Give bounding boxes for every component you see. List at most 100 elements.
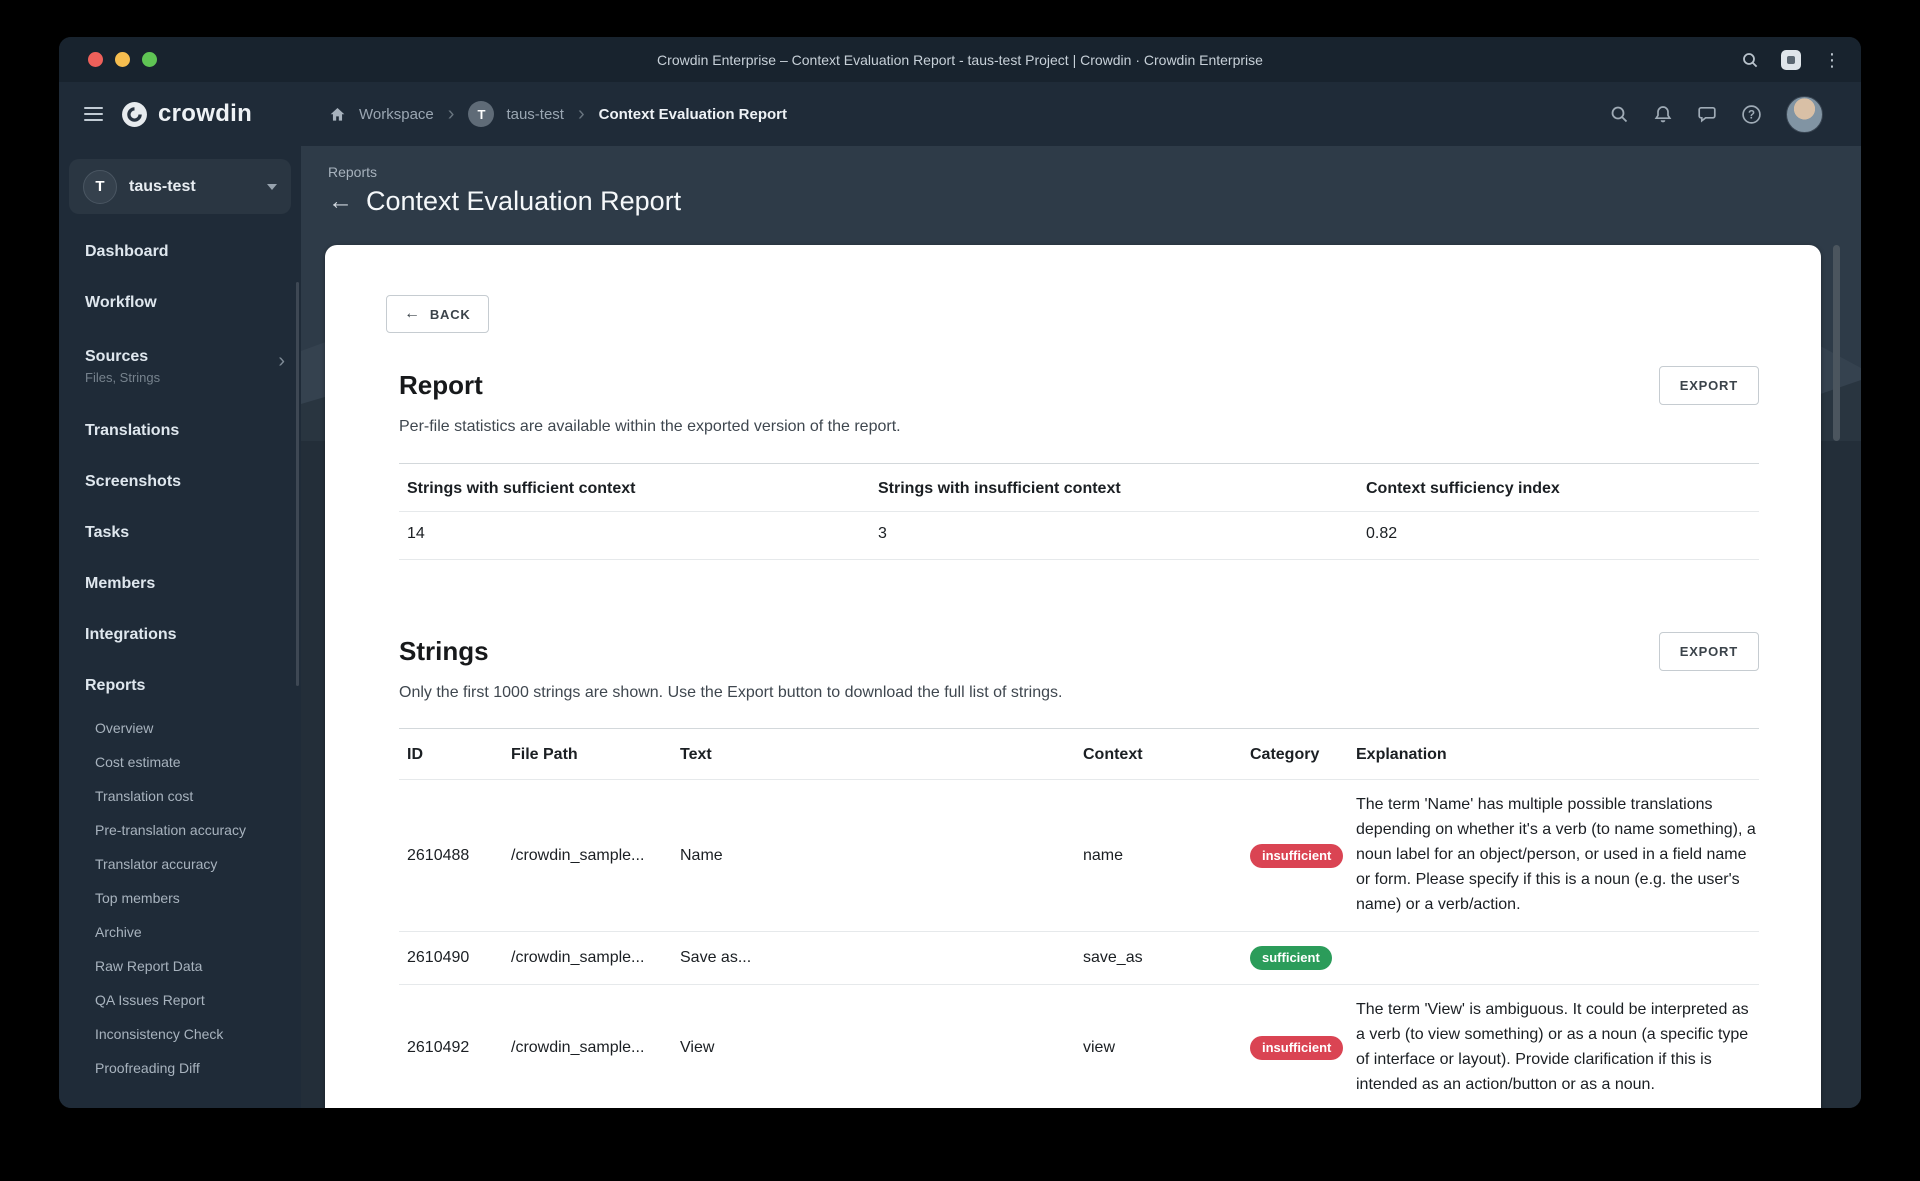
strings-table: ID File Path Text Context Category Expla…: [399, 728, 1759, 1108]
window-title: Crowdin Enterprise – Context Evaluation …: [657, 51, 1263, 68]
sidebar-item-raw-report-data[interactable]: Raw Report Data: [59, 949, 301, 983]
strings-table-header: ID File Path Text Context Category Expla…: [399, 729, 1759, 780]
page-title: Context Evaluation Report: [366, 186, 682, 216]
status-badge: insufficient: [1250, 1036, 1344, 1060]
summary-header-sufficient: Strings with sufficient context: [407, 480, 636, 497]
sidebar-item-reports[interactable]: Reports: [59, 660, 301, 711]
crowdin-logo-icon: [122, 101, 147, 127]
report-section-title: Report: [399, 370, 483, 400]
project-avatar: T: [83, 169, 117, 204]
project-name: taus-test: [129, 177, 196, 195]
back-button[interactable]: ← BACK: [386, 295, 489, 333]
strings-export-button[interactable]: EXPORT: [1658, 632, 1759, 671]
sidebar-item-translations[interactable]: Translations: [59, 405, 301, 456]
col-header-explanation: Explanation: [1356, 746, 1447, 763]
minimize-window-button[interactable]: [115, 52, 130, 67]
window-controls: [88, 37, 157, 82]
sidebar: crowdin T taus-test Dashboard Workflow S…: [59, 82, 301, 1108]
back-arrow-icon[interactable]: ←: [328, 189, 353, 214]
summary-header-index: Context sufficiency index: [1366, 480, 1560, 497]
summary-value-row: 14 3 0.82: [399, 512, 1759, 560]
sidebar-item-proofreading-diff[interactable]: Proofreading Diff: [59, 1051, 301, 1085]
cell-file-path: /crowdin_sample...: [511, 949, 645, 966]
col-header-category: Category: [1250, 746, 1320, 763]
user-avatar[interactable]: [1786, 95, 1823, 133]
summary-header-insufficient: Strings with insufficient context: [878, 480, 1121, 497]
project-selector[interactable]: T taus-test: [69, 159, 291, 214]
app-body: crowdin T taus-test Dashboard Workflow S…: [59, 82, 1861, 1108]
sidebar-item-qa-issues-report[interactable]: QA Issues Report: [59, 983, 301, 1017]
browser-menu-icon[interactable]: ⋮: [1823, 51, 1841, 69]
crowdin-logo[interactable]: crowdin: [121, 100, 252, 128]
sidebar-logo-row: crowdin: [59, 82, 301, 146]
crowdin-wordmark: crowdin: [158, 100, 253, 127]
sidebar-subitem-label: QA Issues Report: [95, 992, 205, 1008]
notifications-bell-icon[interactable]: [1653, 104, 1673, 124]
sidebar-item-archive[interactable]: Archive: [59, 915, 301, 949]
cell-id: 2610490: [407, 949, 470, 966]
back-button-label: BACK: [429, 306, 471, 322]
sidebar-item-label: Reports: [85, 676, 146, 694]
table-row: 2610490 /crowdin_sample... Save as... sa…: [399, 932, 1759, 985]
col-header-context: Context: [1083, 746, 1143, 763]
col-header-id: ID: [407, 746, 423, 763]
header-icons: ?: [1609, 95, 1823, 133]
page-scrollbar[interactable]: [1833, 245, 1840, 441]
sidebar-subitem-label: Proofreading Diff: [95, 1060, 200, 1076]
breadcrumb-workspace[interactable]: Workspace: [359, 106, 434, 123]
table-row: 2610492 /crowdin_sample... View view ins…: [399, 985, 1759, 1108]
sidebar-item-label: Workflow: [85, 293, 157, 311]
cell-id: 2610492: [407, 1039, 470, 1056]
messages-icon[interactable]: [1697, 104, 1717, 124]
sidebar-item-tasks[interactable]: Tasks: [59, 507, 301, 558]
desktop-background: Crowdin Enterprise – Context Evaluation …: [0, 0, 1920, 1181]
sidebar-item-workflow[interactable]: Workflow: [59, 277, 301, 328]
sidebar-item-label: Screenshots: [85, 472, 182, 490]
sidebar-item-dashboard[interactable]: Dashboard: [59, 226, 301, 277]
close-window-button[interactable]: [88, 52, 103, 67]
sidebar-item-top-members[interactable]: Top members: [59, 881, 301, 915]
cell-text: Name: [680, 846, 723, 864]
sidebar-item-screenshots[interactable]: Screenshots: [59, 456, 301, 507]
sidebar-item-translator-accuracy[interactable]: Translator accuracy: [59, 847, 301, 881]
breadcrumb-project-avatar: T: [468, 101, 495, 127]
sidebar-item-overview[interactable]: Overview: [59, 711, 301, 745]
strings-section-title: Strings: [399, 636, 489, 666]
search-icon[interactable]: [1609, 104, 1629, 124]
cell-explanation: The term 'Name' has multiple possible tr…: [1356, 796, 1756, 913]
sidebar-item-cost-estimate[interactable]: Cost estimate: [59, 745, 301, 779]
cell-context: save_as: [1083, 949, 1143, 966]
sidebar-item-members[interactable]: Members: [59, 558, 301, 609]
chevron-right-icon: ›: [447, 103, 455, 125]
cell-category: insufficient: [1242, 1036, 1348, 1060]
sidebar-scrollbar[interactable]: [296, 282, 299, 686]
summary-table: Strings with sufficient context Strings …: [399, 463, 1759, 560]
sidebar-item-translation-cost[interactable]: Translation cost: [59, 779, 301, 813]
tab-search-icon[interactable]: [1741, 51, 1759, 69]
sidebar-item-inconsistency-check[interactable]: Inconsistency Check: [59, 1017, 301, 1051]
sidebar-item-label: Tasks: [85, 523, 130, 541]
home-icon[interactable]: [328, 105, 347, 124]
hero-eyebrow[interactable]: Reports: [328, 164, 681, 180]
cell-context: view: [1083, 1039, 1116, 1056]
menu-icon[interactable]: [84, 107, 103, 121]
help-icon[interactable]: ?: [1741, 104, 1762, 125]
sidebar-subitem-label: Top members: [95, 890, 180, 906]
sidebar-subitem-label: Archive: [95, 924, 142, 940]
extensions-icon[interactable]: [1781, 49, 1801, 70]
cell-explanation: The term 'View' is ambiguous. It could b…: [1356, 1001, 1749, 1093]
chevron-down-icon: [267, 183, 277, 190]
sidebar-subitem-label: Inconsistency Check: [95, 1026, 224, 1042]
sidebar-subitem-label: Overview: [95, 720, 154, 736]
zoom-window-button[interactable]: [142, 52, 157, 67]
sidebar-item-integrations[interactable]: Integrations: [59, 609, 301, 660]
report-export-button[interactable]: EXPORT: [1658, 366, 1759, 405]
sidebar-item-pre-translation-accuracy[interactable]: Pre-translation accuracy: [59, 813, 301, 847]
table-row: 2610488 /crowdin_sample... Name name ins…: [399, 780, 1759, 932]
breadcrumb-project[interactable]: taus-test: [506, 106, 564, 123]
summary-value-sufficient: 14: [407, 525, 425, 542]
app-header: Workspace › T taus-test › Context Evalua…: [301, 82, 1861, 146]
sidebar-item-sources[interactable]: Sources Files, Strings ›: [59, 328, 301, 405]
cell-text: Save as...: [680, 949, 752, 966]
sidebar-subitem-label: Cost estimate: [95, 754, 181, 770]
